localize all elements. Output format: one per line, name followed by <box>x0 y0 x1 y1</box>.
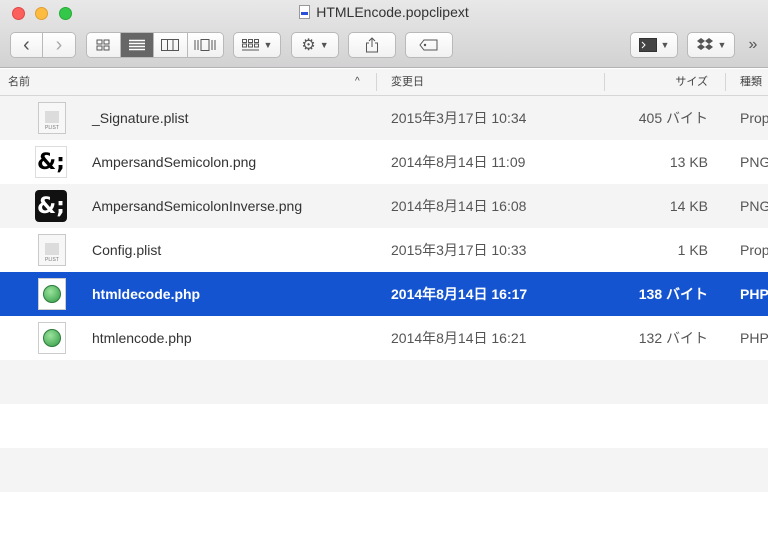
column-header-kind[interactable]: 種類 <box>740 69 762 95</box>
file-kind: Prop <box>740 242 768 258</box>
file-row[interactable]: &; AmpersandSemicolon.png 2014年8月14日 11:… <box>0 140 768 184</box>
column-header: 名前 ^ 変更日 サイズ 種類 <box>0 69 768 96</box>
empty-row <box>0 404 768 448</box>
file-row[interactable]: PLIST _Signature.plist 2015年3月17日 10:34 … <box>0 96 768 140</box>
column-header-size[interactable]: サイズ <box>675 69 708 95</box>
plist-file-icon: PLIST <box>35 234 67 266</box>
globe-icon <box>43 329 61 347</box>
file-date: 2014年8月14日 16:08 <box>391 198 527 214</box>
file-size: 405 バイト <box>638 110 708 126</box>
gear-icon: ⚙ <box>301 37 316 54</box>
file-name: Config.plist <box>92 242 162 258</box>
icon-view-button[interactable] <box>87 33 121 57</box>
arrange-button[interactable]: ▼ <box>233 32 281 58</box>
action-button[interactable]: ⚙ ▼ <box>291 32 339 58</box>
file-size: 1 KB <box>677 242 708 258</box>
chevron-down-icon: ▼ <box>717 40 727 50</box>
file-row[interactable]: htmlencode.php 2014年8月14日 16:21 132 バイト … <box>0 316 768 360</box>
dropbox-icon <box>696 38 713 50</box>
file-name: _Signature.plist <box>92 110 189 126</box>
chevron-down-icon: ▼ <box>319 40 329 50</box>
file-kind: PNG <box>740 198 768 214</box>
window-title: HTMLEncode.popclipext <box>316 4 469 20</box>
file-size: 138 バイト <box>638 286 708 302</box>
toolbar-overflow-button[interactable]: » <box>742 32 764 58</box>
empty-row <box>0 360 768 404</box>
column-header-name[interactable]: 名前 <box>8 69 30 95</box>
chevron-down-icon: ▼ <box>660 40 670 50</box>
ampersand-inverse-image-icon: &; <box>35 190 67 222</box>
file-date: 2015年3月17日 10:34 <box>391 110 527 126</box>
file-date: 2015年3月17日 10:33 <box>391 242 527 258</box>
plist-file-icon: PLIST <box>35 102 67 134</box>
file-name: AmpersandSemicolonInverse.png <box>92 198 303 214</box>
share-button[interactable] <box>348 32 396 58</box>
terminal-icon <box>638 38 657 52</box>
navigation-buttons: ‹ › <box>10 32 76 58</box>
cover-flow-icon <box>194 39 216 51</box>
icon-view-icon <box>96 39 110 51</box>
column-divider[interactable] <box>604 73 605 91</box>
file-date: 2014年8月14日 11:09 <box>391 154 526 170</box>
empty-row <box>0 448 768 492</box>
column-divider[interactable] <box>725 73 726 91</box>
tag-icon <box>419 39 438 51</box>
ampersand-image-icon: &; <box>35 146 67 178</box>
column-header-date[interactable]: 変更日 <box>391 69 424 95</box>
file-size: 14 KB <box>669 198 708 214</box>
column-view-icon <box>161 39 180 51</box>
arrange-grid-icon <box>241 39 259 51</box>
file-list: PLIST _Signature.plist 2015年3月17日 10:34 … <box>0 96 768 536</box>
view-mode-control <box>86 32 224 58</box>
file-row[interactable]: PLIST Config.plist 2015年3月17日 10:33 1 KB… <box>0 228 768 272</box>
list-view-button[interactable] <box>120 33 155 57</box>
file-row-selected[interactable]: htmldecode.php 2014年8月14日 16:17 138 バイト … <box>0 272 768 316</box>
forward-button[interactable]: › <box>43 33 75 57</box>
share-icon <box>366 37 378 53</box>
open-terminal-button[interactable]: ▼ <box>630 32 678 58</box>
window-toolbar: HTMLEncode.popclipext ‹ › ▼ ⚙ ▼ ▼ ▼ » <box>0 0 768 68</box>
sort-ascending-icon[interactable]: ^ <box>355 69 360 95</box>
list-view-icon <box>128 39 145 51</box>
empty-row <box>0 492 768 536</box>
file-date: 2014年8月14日 16:17 <box>391 286 528 302</box>
file-row[interactable]: &; AmpersandSemicolonInverse.png 2014年8月… <box>0 184 768 228</box>
chevron-down-icon: ▼ <box>263 40 273 50</box>
php-file-icon <box>35 278 67 310</box>
column-view-button[interactable] <box>154 33 188 57</box>
file-date: 2014年8月14日 16:21 <box>391 330 527 346</box>
file-kind: PNG <box>740 154 768 170</box>
file-kind: PHP <box>740 330 768 346</box>
file-kind: Prop <box>740 110 768 126</box>
file-name: htmlencode.php <box>92 330 192 346</box>
dropbox-button[interactable]: ▼ <box>687 32 735 58</box>
file-size: 132 バイト <box>638 330 708 346</box>
back-button[interactable]: ‹ <box>11 33 43 57</box>
file-kind: PHP <box>740 286 768 302</box>
document-icon <box>299 5 311 19</box>
edit-tags-button[interactable] <box>405 32 453 58</box>
php-file-icon <box>35 322 67 354</box>
file-name: AmpersandSemicolon.png <box>92 154 257 170</box>
cover-flow-button[interactable] <box>187 33 223 57</box>
globe-icon <box>43 285 61 303</box>
file-name: htmldecode.php <box>92 286 201 302</box>
column-divider[interactable] <box>376 73 377 91</box>
window-title-bar: HTMLEncode.popclipext <box>0 4 768 24</box>
file-size: 13 KB <box>669 154 708 170</box>
